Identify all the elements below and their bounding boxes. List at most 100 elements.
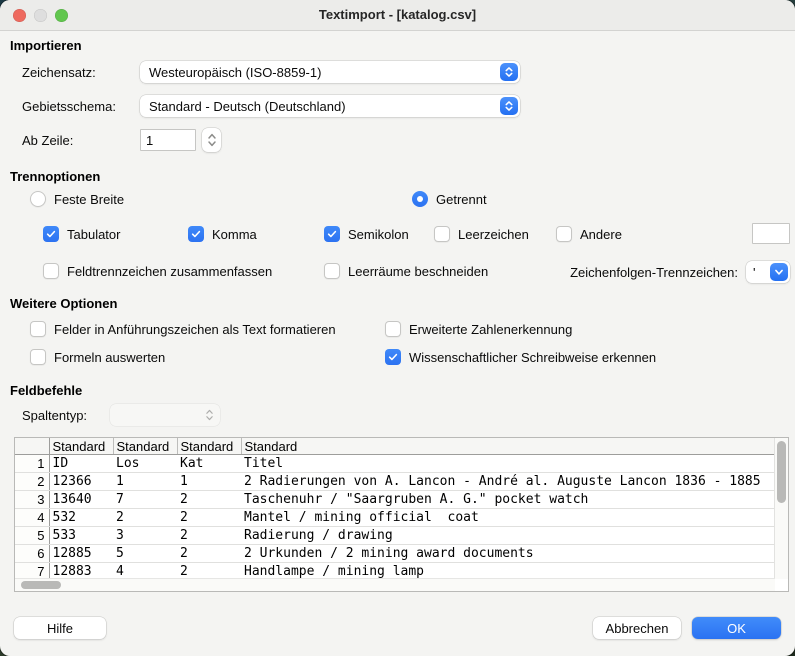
cell: 2 bbox=[177, 509, 241, 527]
cell: Titel bbox=[241, 455, 775, 473]
table-row: 5 533 3 2 Radierung / drawing bbox=[15, 527, 775, 545]
preview-area: Standard Standard Standard Standard 1 ID… bbox=[14, 437, 789, 592]
checkbox-komma[interactable]: Komma bbox=[188, 226, 257, 242]
checkbox-andere-label: Andere bbox=[580, 227, 622, 242]
cell: 12883 bbox=[49, 563, 113, 580]
header-corner bbox=[15, 438, 49, 455]
checkbox-andere[interactable]: Andere bbox=[556, 226, 622, 242]
horizontal-scrollbar[interactable] bbox=[15, 578, 775, 591]
textimport-dialog: Textimport - [katalog.csv] Importieren Z… bbox=[0, 0, 795, 656]
checkbox-unchecked-icon bbox=[385, 321, 401, 337]
row-number: 3 bbox=[15, 491, 49, 509]
vertical-scrollbar[interactable] bbox=[775, 438, 788, 579]
string-delimiter-combo[interactable]: ' bbox=[746, 261, 790, 283]
cell: Kat bbox=[177, 455, 241, 473]
table-row: 1 ID Los Kat Titel bbox=[15, 455, 775, 473]
checkbox-unchecked-icon bbox=[556, 226, 572, 242]
checkbox-komma-label: Komma bbox=[212, 227, 257, 242]
titlebar[interactable]: Textimport - [katalog.csv] bbox=[0, 0, 795, 31]
charset-value: Westeuropäisch (ISO-8859-1) bbox=[149, 65, 321, 80]
charset-select[interactable]: Westeuropäisch (ISO-8859-1) bbox=[140, 61, 520, 83]
from-row-stepper[interactable] bbox=[202, 128, 221, 152]
locale-value: Standard - Deutsch (Deutschland) bbox=[149, 99, 346, 114]
cell: 2 bbox=[177, 545, 241, 563]
radio-getrennt-label: Getrennt bbox=[436, 192, 487, 207]
cell: Radierung / drawing bbox=[241, 527, 775, 545]
checkbox-erweiterte-zahlenerkennung[interactable]: Erweiterte Zahlenerkennung bbox=[385, 321, 572, 337]
cancel-button[interactable]: Abbrechen bbox=[593, 617, 681, 639]
table-row: 6 12885 5 2 2 Urkunden / 2 mining award … bbox=[15, 545, 775, 563]
from-row-input[interactable]: 1 bbox=[140, 129, 196, 151]
horizontal-scrollbar-thumb[interactable] bbox=[21, 581, 61, 589]
cell: 2 Radierungen von A. Lancon - André al. … bbox=[241, 473, 775, 491]
checkbox-wissenschaftliche-schreibweise[interactable]: Wissenschaftlicher Schreibweise erkennen bbox=[385, 349, 656, 365]
checkbox-formeln-auswerten[interactable]: Formeln auswerten bbox=[30, 349, 165, 365]
cell: 1 bbox=[113, 473, 177, 491]
checkbox-unchecked-icon bbox=[324, 263, 340, 279]
andere-input[interactable] bbox=[752, 223, 790, 244]
cell: Handlampe / mining lamp bbox=[241, 563, 775, 580]
radio-off-icon bbox=[30, 191, 46, 207]
radio-feste-breite-label: Feste Breite bbox=[54, 192, 124, 207]
checkbox-numbers-label: Erweiterte Zahlenerkennung bbox=[409, 322, 572, 337]
radio-getrennt[interactable]: Getrennt bbox=[412, 191, 487, 207]
minimize-button-icon[interactable] bbox=[34, 9, 47, 22]
checkbox-leerraeume-beschneiden[interactable]: Leerräume beschneiden bbox=[324, 263, 488, 279]
checkbox-unchecked-icon bbox=[30, 349, 46, 365]
checkbox-checked-icon bbox=[188, 226, 204, 242]
checkbox-leerzeichen-label: Leerzeichen bbox=[458, 227, 529, 242]
checkbox-felder-als-text[interactable]: Felder in Anführungszeichen als Text for… bbox=[30, 321, 336, 337]
column-header[interactable]: Standard bbox=[241, 438, 775, 455]
checkbox-checked-icon bbox=[43, 226, 59, 242]
cell: 532 bbox=[49, 509, 113, 527]
checkbox-checked-icon bbox=[385, 349, 401, 365]
cell: 4 bbox=[113, 563, 177, 580]
cell: 5 bbox=[113, 545, 177, 563]
checkbox-unchecked-icon bbox=[30, 321, 46, 337]
row-number: 5 bbox=[15, 527, 49, 545]
string-delimiter-label: Zeichenfolgen-Trennzeichen: bbox=[545, 265, 738, 280]
column-header[interactable]: Standard bbox=[113, 438, 177, 455]
column-header[interactable]: Standard bbox=[177, 438, 241, 455]
column-header[interactable]: Standard bbox=[49, 438, 113, 455]
checkbox-formulas-label: Formeln auswerten bbox=[54, 350, 165, 365]
cell: 13640 bbox=[49, 491, 113, 509]
cell: 7 bbox=[113, 491, 177, 509]
row-number: 6 bbox=[15, 545, 49, 563]
radio-feste-breite[interactable]: Feste Breite bbox=[30, 191, 124, 207]
cell: Los bbox=[113, 455, 177, 473]
table-header-row: Standard Standard Standard Standard bbox=[15, 438, 775, 455]
row-number: 1 bbox=[15, 455, 49, 473]
checkbox-scientific-label: Wissenschaftlicher Schreibweise erkennen bbox=[409, 350, 656, 365]
radio-on-icon bbox=[412, 191, 428, 207]
chevron-updown-icon bbox=[500, 97, 518, 115]
vertical-scrollbar-thumb[interactable] bbox=[777, 441, 786, 503]
charset-label: Zeichensatz: bbox=[22, 65, 96, 80]
ok-button[interactable]: OK bbox=[692, 617, 781, 639]
checkbox-leerzeichen[interactable]: Leerzeichen bbox=[434, 226, 529, 242]
section-weitere-optionen: Weitere Optionen bbox=[10, 296, 117, 311]
checkbox-feldtrennzeichen-zusammenfassen[interactable]: Feldtrennzeichen zusammenfassen bbox=[43, 263, 272, 279]
section-importieren: Importieren bbox=[10, 38, 82, 53]
column-type-select[interactable] bbox=[110, 404, 220, 426]
cell: 12885 bbox=[49, 545, 113, 563]
checkbox-unchecked-icon bbox=[43, 263, 59, 279]
cell: 1 bbox=[177, 473, 241, 491]
checkbox-tabulator[interactable]: Tabulator bbox=[43, 226, 120, 242]
table-row: 3 13640 7 2 Taschenuhr / "Saargruben A. … bbox=[15, 491, 775, 509]
checkbox-merge-label: Feldtrennzeichen zusammenfassen bbox=[67, 264, 272, 279]
window-title: Textimport - [katalog.csv] bbox=[0, 0, 795, 30]
traffic-lights bbox=[13, 9, 68, 22]
locale-select[interactable]: Standard - Deutsch (Deutschland) bbox=[140, 95, 520, 117]
cell: 2 bbox=[177, 491, 241, 509]
checkbox-semikolon[interactable]: Semikolon bbox=[324, 226, 409, 242]
cancel-button-label: Abbrechen bbox=[606, 621, 669, 636]
help-button[interactable]: Hilfe bbox=[14, 617, 106, 639]
zoom-button-icon[interactable] bbox=[55, 9, 68, 22]
chevron-updown-icon bbox=[500, 63, 518, 81]
table-row: 2 12366 1 1 2 Radierungen von A. Lancon … bbox=[15, 473, 775, 491]
cell: 2 bbox=[177, 527, 241, 545]
close-button-icon[interactable] bbox=[13, 9, 26, 22]
cell: 2 bbox=[177, 563, 241, 580]
cell: 3 bbox=[113, 527, 177, 545]
